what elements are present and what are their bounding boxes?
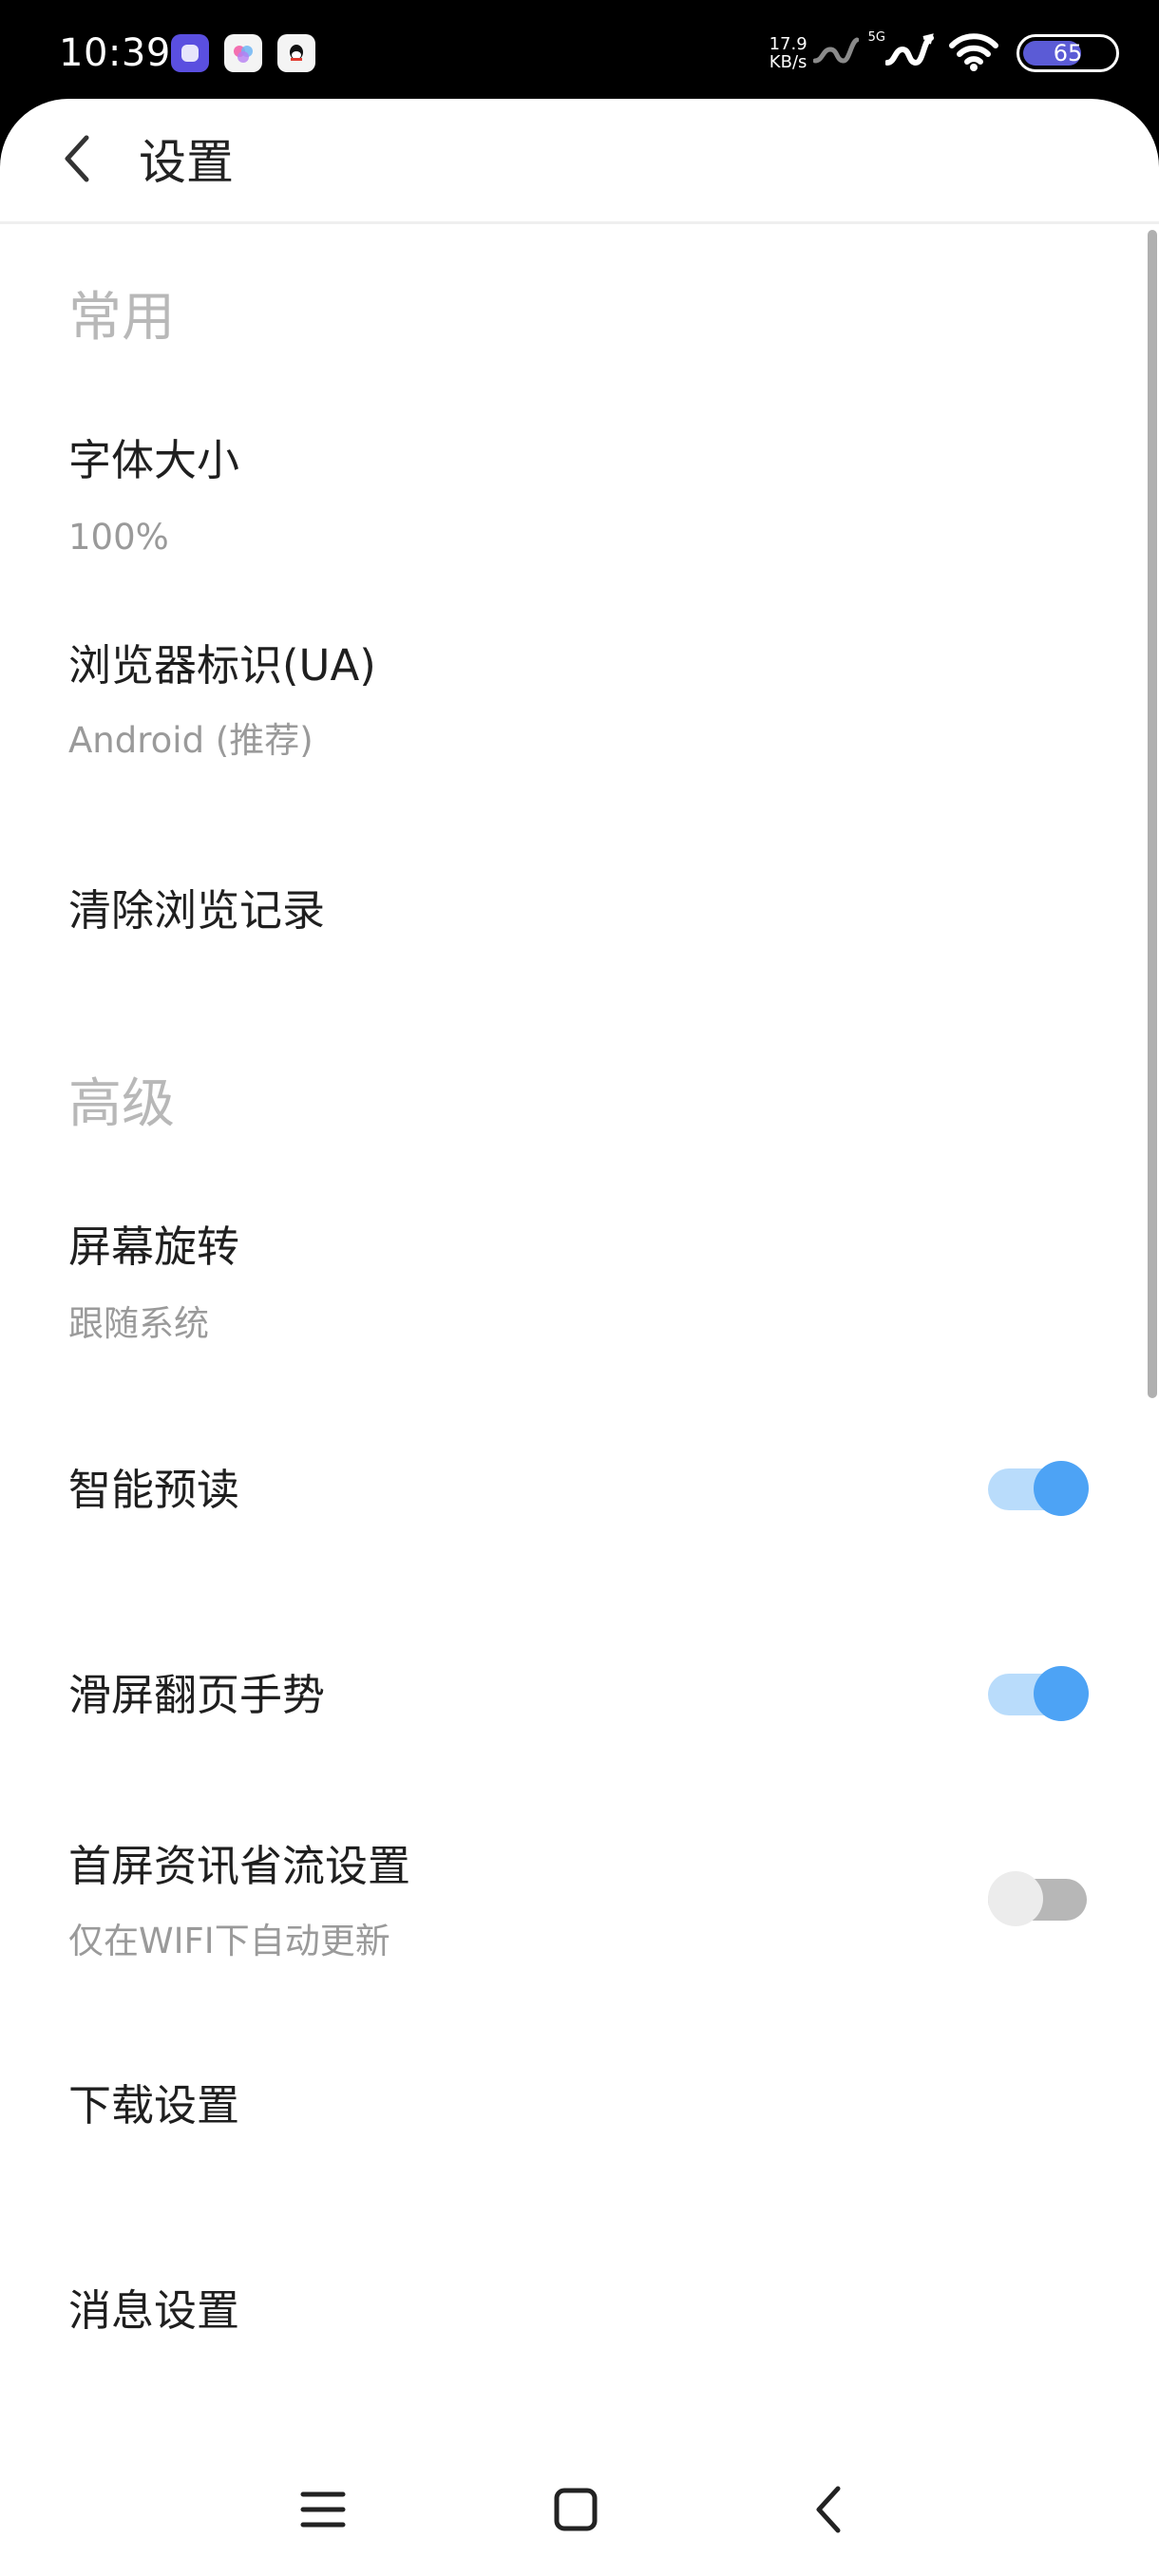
section-header-advanced: 高级 — [68, 1073, 175, 1135]
system-nav-bar — [0, 2443, 1159, 2576]
status-bar: 10:39 17.9 KB/s 5G 65 — [0, 0, 1159, 103]
qq-app-icon — [277, 34, 315, 72]
setting-value: Android (推荐) — [68, 720, 314, 761]
toggle-knob — [1034, 1461, 1089, 1516]
back-icon — [816, 2486, 841, 2533]
home-button[interactable] — [538, 2472, 614, 2548]
setting-title: 字体大小 — [68, 435, 240, 485]
scrollbar[interactable] — [1148, 230, 1157, 1398]
setting-title: 清除浏览记录 — [68, 885, 326, 936]
chevron-left-icon — [65, 135, 89, 182]
wifi-icon — [948, 30, 999, 76]
section-header-common: 常用 — [68, 287, 175, 349]
signal-dim-icon — [812, 32, 860, 74]
setting-title: 屏幕旋转 — [68, 1222, 240, 1272]
network-speed-unit: KB/s — [769, 52, 808, 72]
purple-app-icon — [171, 34, 209, 72]
swipe-gesture-toggle[interactable] — [988, 1664, 1092, 1721]
setting-value: 跟随系统 — [68, 1303, 209, 1344]
network-speed: 17.9 KB/s — [770, 35, 808, 71]
page-title: 设置 — [139, 135, 234, 190]
setting-value: 100% — [68, 517, 169, 558]
data-saver-toggle[interactable] — [988, 1869, 1092, 1926]
setting-title: 智能预读 — [68, 1465, 240, 1515]
settings-screen: 设置 常用 字体大小 100% 浏览器标识(UA) Android (推荐) 清… — [0, 99, 1159, 2576]
status-indicators: 17.9 KB/s 5G 65 — [770, 27, 1119, 80]
setting-title: 首屏资讯省流设置 — [68, 1841, 411, 1891]
toggle-knob — [1034, 1666, 1089, 1721]
battery-icon: 65 — [1016, 34, 1119, 72]
setting-title: 消息设置 — [68, 2285, 240, 2336]
menu-icon — [300, 2491, 346, 2528]
home-icon — [554, 2488, 598, 2531]
setting-title: 下载设置 — [68, 2080, 240, 2131]
toggle-knob — [988, 1871, 1043, 1926]
setting-title: 浏览器标识(UA) — [68, 640, 376, 691]
network-speed-value: 17.9 — [769, 34, 808, 54]
network-type-label: 5G — [867, 30, 885, 45]
status-time: 10:39 — [59, 31, 171, 75]
colorful-app-icon — [224, 34, 262, 72]
setting-title: 滑屏翻页手势 — [68, 1670, 326, 1720]
cellular-signal-icon — [884, 30, 935, 76]
system-back-button[interactable] — [790, 2472, 866, 2548]
smart-preread-toggle[interactable] — [988, 1459, 1092, 1516]
setting-value: 仅在WIFI下自动更新 — [68, 1921, 390, 1961]
battery-level: 65 — [1053, 40, 1083, 66]
menu-button[interactable] — [285, 2472, 361, 2548]
back-button[interactable] — [44, 125, 110, 192]
app-header: 设置 — [0, 99, 1159, 224]
